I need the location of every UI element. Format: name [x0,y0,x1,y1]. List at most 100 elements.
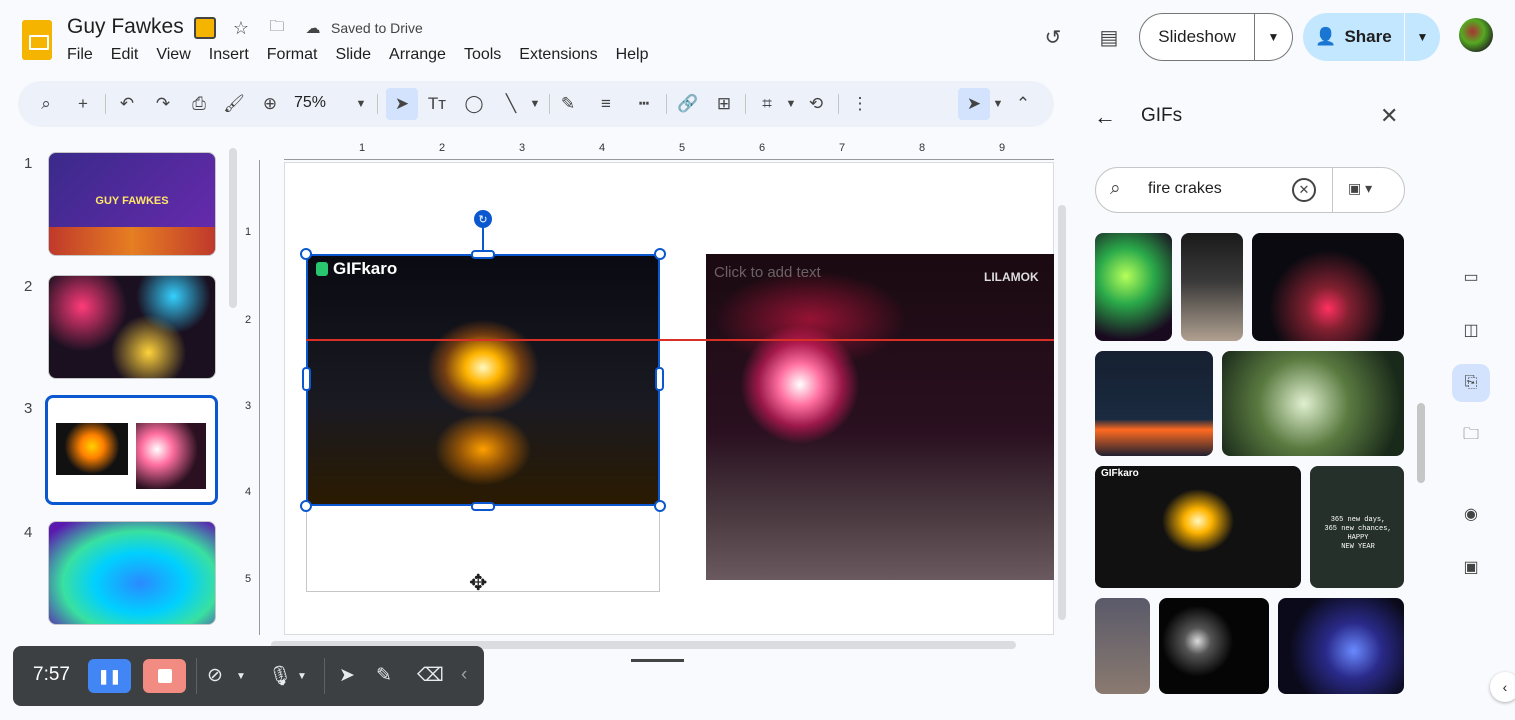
gif-result[interactable] [1278,598,1404,694]
gif-panel-scrollbar[interactable] [1417,403,1425,483]
redo-icon[interactable]: ↷ [150,91,176,117]
border-dash-icon[interactable]: ┅ [631,91,657,117]
gif-result-selected[interactable]: GIFkaro [1095,466,1301,588]
gif-result[interactable] [1252,233,1404,341]
selected-fireworks-gif[interactable] [306,254,660,506]
back-arrow-icon[interactable]: ← [1094,104,1116,130]
resize-handle-se[interactable] [654,500,666,512]
pen-icon[interactable]: ✎ [376,664,392,687]
comments-icon[interactable]: ▤ [1093,21,1125,53]
slide-thumbnail-4[interactable] [48,521,216,625]
menu-slide[interactable]: Slide [335,46,380,64]
gif-sticker-icon[interactable]: ⎘ [1458,370,1484,396]
menu-file[interactable]: File [67,46,102,64]
gif-result[interactable] [1095,233,1172,341]
camera-dropdown-icon[interactable]: ▼ [236,671,246,682]
menu-edit[interactable]: Edit [111,46,148,64]
keep-notes-icon[interactable]: ▭ [1458,264,1484,290]
pointer-icon[interactable]: ➤ [339,664,355,687]
border-weight-icon[interactable]: ≡ [593,91,619,117]
zoom-dropdown-icon[interactable]: ▼ [348,91,374,117]
text-box-icon[interactable]: Tт [424,91,450,117]
text-placeholder[interactable]: Click to add text [714,264,821,281]
fireworks-image[interactable] [706,254,1054,580]
slide-thumbnail-3[interactable] [45,395,218,505]
canvas-vertical-scrollbar[interactable] [1058,205,1066,620]
slideshow-button[interactable]: Slideshow [1139,13,1255,61]
gif-filter-icon[interactable]: ▣ ▾ [1348,180,1372,197]
share-button[interactable]: 👤 Share [1303,13,1404,61]
slide-thumbnail-2[interactable] [48,275,216,379]
paint-format-icon[interactable]: 🖌 [221,91,247,117]
crop-dropdown-icon[interactable]: ▼ [778,91,804,117]
zoom-icon[interactable]: ⊕ [257,91,283,117]
clear-search-icon[interactable]: ✕ [1292,178,1316,202]
tasks-icon[interactable]: ◫ [1458,317,1484,343]
chevron-left-icon[interactable]: ‹ [1490,672,1515,702]
gif-result[interactable] [1095,598,1150,694]
select-cursor-icon[interactable]: ➤ [389,91,415,117]
rotate-handle-icon[interactable]: ↻ [474,210,492,228]
add-comment-icon[interactable]: ⊞ [711,91,737,117]
menu-view[interactable]: View [156,46,199,64]
share-dropdown-icon[interactable]: ▼ [1404,13,1440,61]
gif-result[interactable] [1181,233,1243,341]
menu-tools[interactable]: Tools [464,46,510,64]
stop-button[interactable] [143,659,186,693]
collapse-recorder-icon[interactable]: ‹ [461,664,467,686]
menu-insert[interactable]: Insert [209,46,258,64]
mic-off-icon[interactable]: 🎙 [268,664,292,688]
slides-logo-icon[interactable] [22,20,52,60]
resize-handle-w[interactable] [302,367,311,391]
meet-icon[interactable]: ▣ [1458,554,1484,580]
mic-dropdown-icon[interactable]: ▼ [297,671,307,682]
document-title[interactable]: Guy Fawkes [67,15,184,39]
zoom-select[interactable]: 75% [294,94,326,112]
new-slide-icon[interactable]: + [70,91,96,117]
pointer-dropdown-icon[interactable]: ▼ [985,91,1011,117]
resize-handle-e[interactable] [655,367,664,391]
collapse-toolbar-icon[interactable]: ⌃ [1010,91,1036,117]
cloud-saved-icon[interactable]: ☁ [301,16,325,40]
insert-link-icon[interactable]: 🔗 [675,91,701,117]
crop-icon[interactable]: ⌗ [754,91,780,117]
move-folder-icon[interactable]: 🗀 [265,16,289,40]
more-options-icon[interactable]: ⋮ [847,91,873,117]
menu-extensions[interactable]: Extensions [519,46,606,64]
undo-icon[interactable]: ↶ [114,91,140,117]
pause-button[interactable]: ❚❚ [88,659,131,693]
pointer-mode-icon[interactable]: ➤ [961,91,987,117]
resize-handle-sw[interactable] [300,500,312,512]
menu-help[interactable]: Help [616,46,658,64]
resize-handle-ne[interactable] [654,248,666,260]
resize-handle-nw[interactable] [300,248,312,260]
gif-result[interactable] [1222,351,1404,456]
search-menus-icon[interactable]: ⌕ [33,91,59,117]
close-icon[interactable]: ✕ [1380,103,1398,129]
slide-thumbnail-1[interactable]: GUY FAWKES [48,152,216,256]
folder-icon[interactable]: 🗀 [1458,423,1484,449]
resize-handle-n[interactable] [471,250,495,259]
print-icon[interactable]: ⎙ [186,91,212,117]
line-dropdown-icon[interactable]: ▼ [522,91,548,117]
camera-off-icon[interactable]: ⊘ [207,664,223,687]
star-icon[interactable]: ☆ [229,16,253,40]
line-icon[interactable]: ╲ [498,91,524,117]
gif-result[interactable] [1159,598,1269,694]
shape-icon[interactable]: ◯ [461,91,487,117]
gif-result[interactable]: 365 new days, 365 new chances, HAPPY NEW… [1310,466,1404,588]
menu-arrange[interactable]: Arrange [389,46,455,64]
gif-search-input[interactable] [1148,180,1278,198]
resize-handle-s[interactable] [471,502,495,511]
border-color-icon[interactable]: ✎ [555,91,581,117]
filmstrip-scrollbar[interactable] [229,148,237,308]
eraser-icon[interactable]: ⌫ [417,664,444,687]
gif-result[interactable] [1095,351,1213,456]
menu-format[interactable]: Format [267,46,327,64]
replace-image-icon[interactable]: ⟲ [803,91,829,117]
record-icon[interactable]: ◉ [1458,501,1484,527]
speaker-notes-handle[interactable] [631,659,684,662]
version-history-icon[interactable]: ↺ [1037,21,1069,53]
avatar[interactable] [1459,18,1493,52]
slideshow-dropdown-icon[interactable]: ▼ [1255,13,1293,61]
